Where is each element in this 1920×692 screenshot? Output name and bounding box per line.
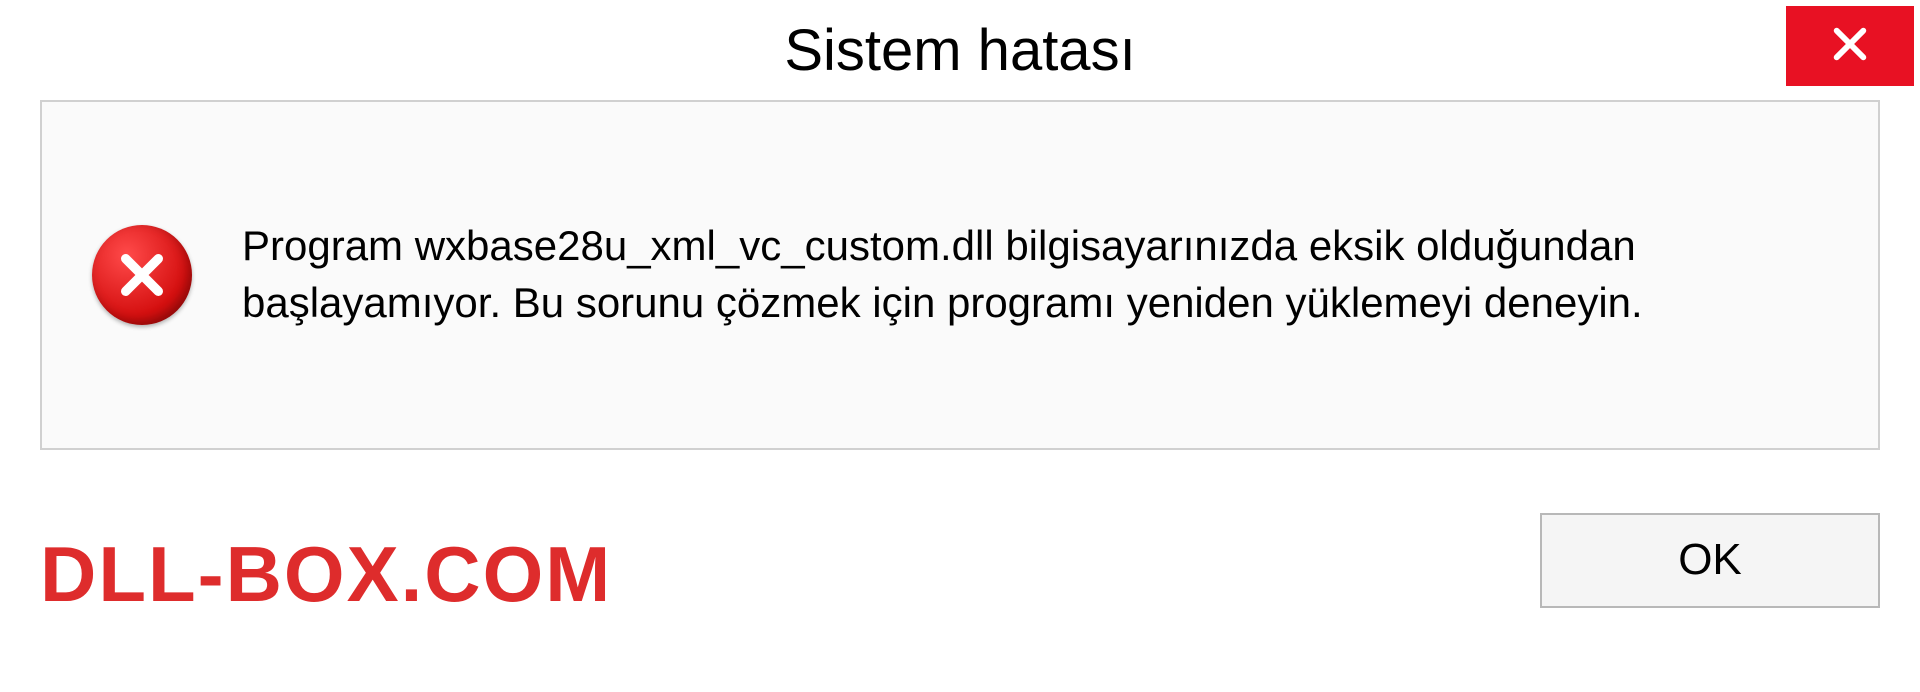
- dialog-title: Sistem hatası: [784, 17, 1135, 84]
- ok-button-label: OK: [1678, 535, 1742, 585]
- titlebar: Sistem hatası: [0, 0, 1920, 100]
- close-button[interactable]: [1786, 6, 1914, 86]
- dialog-footer: DLL-BOX.COM OK: [0, 490, 1920, 630]
- error-icon: [92, 225, 192, 325]
- error-icon-container: [82, 225, 202, 325]
- error-message: Program wxbase28u_xml_vc_custom.dll bilg…: [242, 218, 1838, 331]
- dialog-content: Program wxbase28u_xml_vc_custom.dll bilg…: [40, 100, 1880, 450]
- watermark-text: DLL-BOX.COM: [40, 529, 612, 620]
- close-icon: [1830, 24, 1870, 69]
- ok-button[interactable]: OK: [1540, 513, 1880, 608]
